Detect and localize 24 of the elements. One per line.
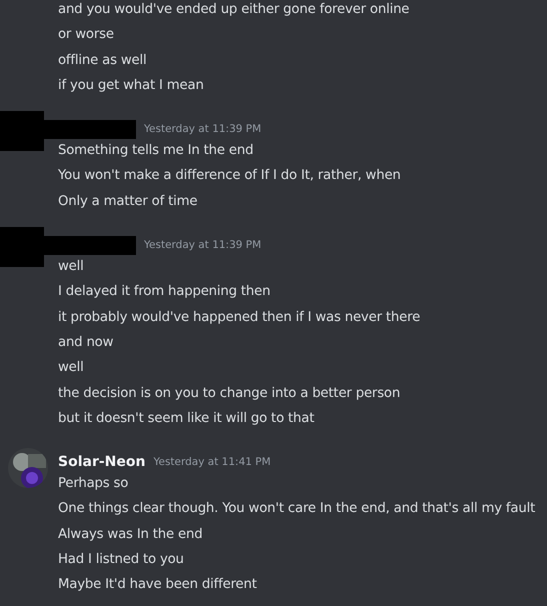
message-text: Always was In the end <box>58 526 202 544</box>
message-text: Something tells me In the end <box>58 142 254 160</box>
message-text: well <box>58 359 84 378</box>
message-text: You won't make a difference of If I do It, rather, when <box>58 167 401 186</box>
avatar-icon[interactable] <box>8 448 48 488</box>
message-text: I delayed it from happening then <box>58 283 270 302</box>
message-text: if you get what I mean <box>58 76 204 95</box>
message-text: it probably would've happened then if I was never there <box>58 308 420 327</box>
message-text: well <box>58 258 84 276</box>
timestamp: Yesterday at 11:39 PM <box>144 123 262 136</box>
message-text: the decision is on you to change into a better person <box>58 384 400 403</box>
message-text: but it doesn't seem like it will go to that <box>58 410 314 428</box>
message-text: offline as well <box>58 52 146 70</box>
message-text: Perhaps so <box>58 475 128 494</box>
timestamp: Yesterday at 11:41 PM <box>153 456 271 468</box>
message-text: Had I listned to you <box>58 551 184 570</box>
message-text: and now <box>58 334 114 352</box>
message-text: One things clear though. You won't care In the end, and that's all my fault <box>58 500 536 518</box>
username[interactable]: Solar-Neon <box>58 454 146 470</box>
message-text: and you would've ended up either gone forever online <box>58 1 410 19</box>
message-text: Maybe It'd have been different <box>58 576 257 594</box>
message-text: or worse <box>58 26 114 44</box>
timestamp: Yesterday at 11:39 PM <box>144 239 262 252</box>
message-text: Only a matter of time <box>58 192 198 211</box>
